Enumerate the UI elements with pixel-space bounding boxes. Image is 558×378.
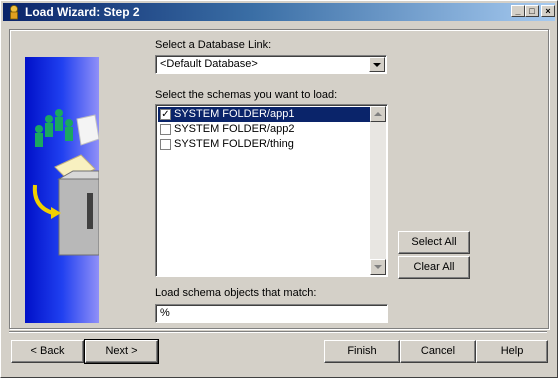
schema-label: SYSTEM FOLDER/thing [174,138,294,150]
help-button[interactable]: Help [476,340,548,363]
server-illustration-icon [32,109,100,256]
finish-button[interactable]: Finish [324,340,400,363]
cancel-button[interactable]: Cancel [400,340,476,363]
filter-value: % [160,307,170,319]
list-item[interactable]: ✓ SYSTEM FOLDER/app1 [158,107,370,122]
footer-divider [9,331,547,333]
scroll-down-icon[interactable] [370,259,386,275]
close-icon[interactable]: × [541,5,555,17]
wizard-illustration [25,57,100,323]
load-wizard-window: Load Wizard: Step 2 _ □ × Select a Datab… [0,0,558,378]
window-title: Load Wizard: Step 2 [25,5,140,19]
chevron-down-icon[interactable] [369,57,385,72]
schemas-scrollbar[interactable] [370,106,386,275]
checkbox-checked[interactable]: ✓ [160,109,171,120]
database-link-select[interactable]: <Default Database> [155,55,387,74]
checkbox-unchecked[interactable] [160,124,171,135]
next-button[interactable]: Next > [84,339,159,364]
schema-label: SYSTEM FOLDER/app1 [174,108,295,120]
scroll-up-icon[interactable] [370,106,386,122]
checkbox-unchecked[interactable] [160,139,171,150]
clear-all-button[interactable]: Clear All [398,256,470,279]
schemas-listbox[interactable]: ✓ SYSTEM FOLDER/app1 SYSTEM FOLDER/app2 … [155,104,388,277]
wizard-app-icon [10,5,18,20]
schemas-label: Select the schemas you want to load: [155,89,338,101]
minimize-icon[interactable]: _ [511,5,525,17]
list-item[interactable]: SYSTEM FOLDER/app2 [158,122,370,137]
schema-label: SYSTEM FOLDER/app2 [174,123,295,135]
database-link-value: <Default Database> [160,58,258,70]
select-all-button[interactable]: Select All [398,231,470,254]
database-link-label: Select a Database Link: [155,39,272,51]
filter-input[interactable]: % [155,304,388,323]
list-item[interactable]: SYSTEM FOLDER/thing [158,137,370,152]
maximize-icon[interactable]: □ [525,5,539,17]
back-button[interactable]: < Back [11,340,84,363]
title-bar[interactable]: Load Wizard: Step 2 _ □ × [3,3,555,21]
filter-label: Load schema objects that match: [155,287,317,299]
